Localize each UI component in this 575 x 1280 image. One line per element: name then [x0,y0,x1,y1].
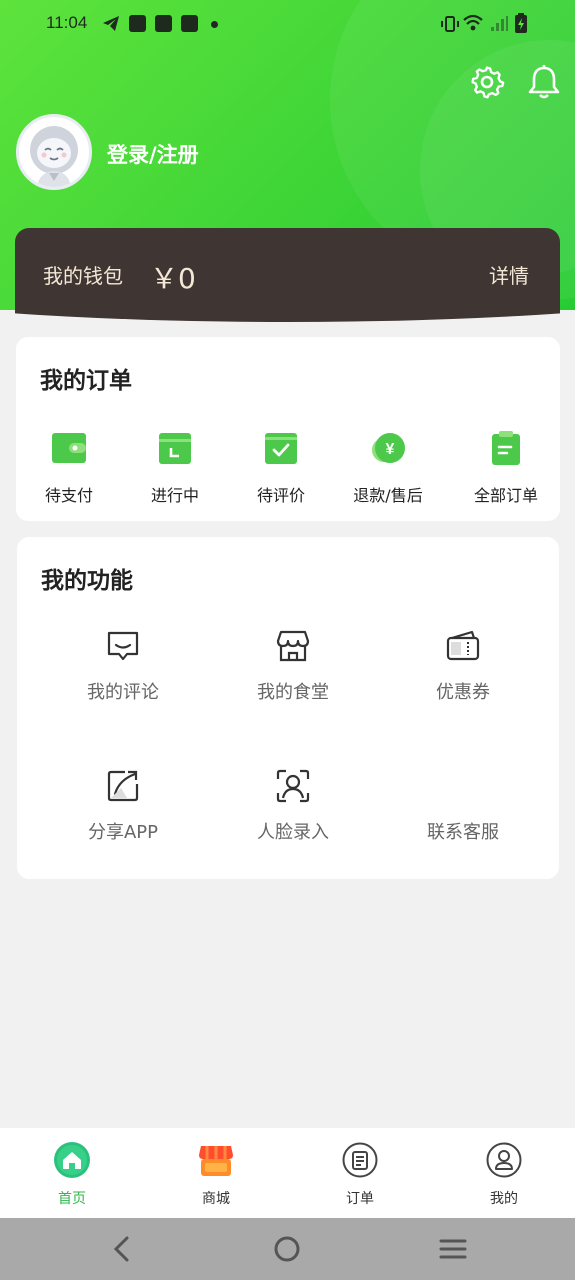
coupon-icon [446,630,480,661]
telegram-icon [103,16,119,31]
gear-icon[interactable] [469,64,505,100]
order-all[interactable]: 全部订单 [453,428,559,506]
shopping-bag-icon [181,15,198,32]
order-pending-payment[interactable]: 待支付 [16,428,122,506]
wallet-balance: ￥0 [150,262,196,295]
user-icon [486,1142,522,1178]
wallet-label: 我的钱包 [43,264,123,288]
back-icon[interactable] [105,1232,139,1266]
order-label: 待评价 [256,486,305,505]
home-icon [54,1142,90,1178]
robot-avatar-icon [30,126,78,187]
wallet-icon [52,433,86,463]
tab-orders[interactable]: 订单 [310,1142,410,1208]
feature-coupons[interactable]: 优惠券 [378,628,548,704]
menu-icon[interactable] [436,1232,470,1266]
notification-dot-icon [211,21,218,28]
feature-share-app[interactable]: 分享APP [38,768,208,844]
bell-icon[interactable] [526,64,562,100]
share-icon [107,770,139,802]
contact-support-icon-placeholder [445,768,481,804]
shopping-bag-icon [155,15,172,32]
tab-label: 订单 [346,1191,374,1207]
face-scan-icon [276,769,310,803]
feature-label: 联系客服 [427,822,499,843]
calendar-clock-icon [159,433,191,464]
order-label: 进行中 [150,486,199,505]
shopping-bag-icon [129,15,146,32]
feature-label: 我的评论 [87,682,159,703]
feature-my-canteen[interactable]: 我的食堂 [208,628,378,704]
wallet-detail-link[interactable]: 详情 [489,260,529,289]
feature-my-comments[interactable]: 我的评论 [38,628,208,704]
order-icon [342,1142,378,1178]
check-box-icon [265,433,297,464]
order-in-progress[interactable]: 进行中 [122,428,228,506]
vibrate-icon [441,16,459,32]
tab-label: 首页 [58,1191,86,1207]
home-circle-icon[interactable] [270,1232,304,1266]
order-to-review[interactable]: 待评价 [228,428,334,506]
store-icon [276,630,310,662]
tab-label: 商城 [202,1191,230,1207]
status-bar: 11:04 [0,0,575,48]
tab-label: 我的 [490,1191,518,1207]
feature-label: 我的食堂 [257,682,329,703]
feature-contact-support[interactable]: 联系客服 [378,768,548,844]
orders-title: 我的订单 [40,368,132,394]
order-refund-aftersale[interactable]: ¥ 退款/售后 [335,428,441,506]
feature-label: 优惠券 [436,682,490,703]
bottom-tab-bar: 首页 商城 订单 我的 [0,1128,575,1218]
feature-face-enroll[interactable]: 人脸录入 [208,768,378,844]
avatar[interactable] [16,114,92,190]
wifi-icon [463,14,483,31]
order-label: 全部订单 [473,486,538,505]
tab-shop[interactable]: 商城 [166,1142,266,1208]
feature-label: 分享APP [87,822,159,843]
yen-refund-icon: ¥ [372,433,405,463]
features-title: 我的功能 [41,568,133,594]
svg-text:¥: ¥ [386,441,395,458]
login-register-link[interactable]: 登录/注册 [107,139,199,169]
tab-mine[interactable]: 我的 [454,1142,554,1208]
order-label: 退款/售后 [353,486,423,505]
feature-label: 人脸录入 [257,822,329,843]
clipboard-icon [492,431,520,465]
order-label: 待支付 [44,486,93,505]
system-navigation-bar [0,1218,575,1280]
status-time: 11:04 [46,13,88,32]
tab-home[interactable]: 首页 [22,1142,122,1208]
signal-icon [491,16,508,31]
battery-icon [515,13,527,33]
shop-icon [199,1146,233,1176]
comment-icon [107,631,139,661]
